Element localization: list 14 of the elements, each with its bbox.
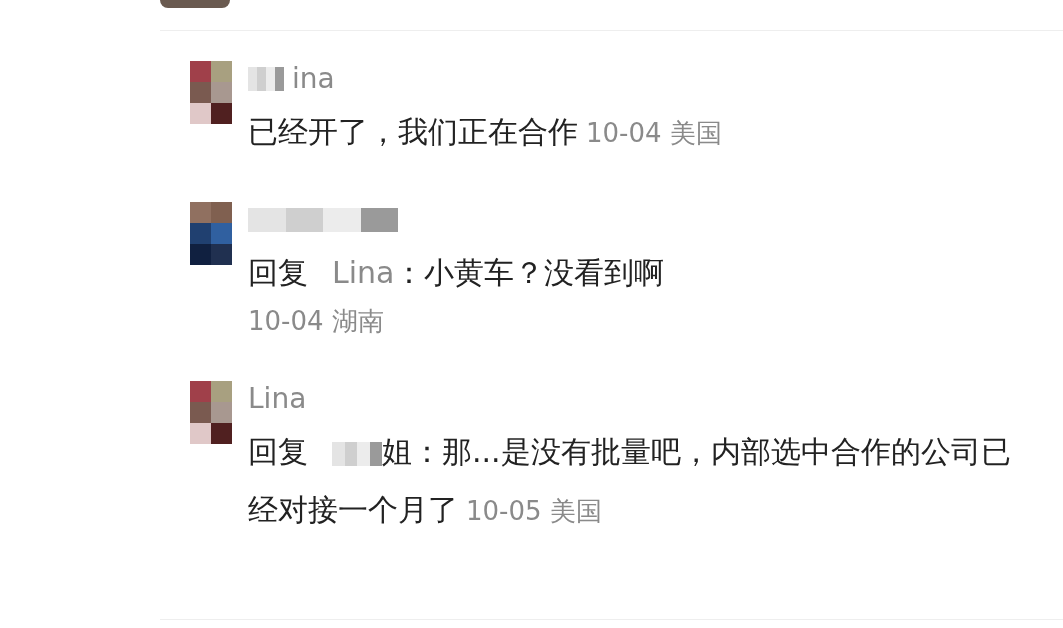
comment-meta: 10-04 美国 [586,118,722,148]
comment-text: 回复 Lina：小黄车？没看到啊 [248,254,666,292]
comment-meta: 10-05 美国 [466,496,602,526]
username[interactable]: Lina [248,378,307,420]
username[interactable]: ina [292,58,335,100]
avatar-placeholder [160,0,230,8]
avatar-placeholder [190,202,232,265]
avatar-placeholder [190,61,232,124]
comment-text: 已经开了，我们正在合作 10-04 美国 [248,113,723,151]
reply-target[interactable]: Lina [332,255,395,290]
avatar-placeholder [190,381,232,444]
comment-meta: 10-04 湖南 [248,305,384,338]
reply-target[interactable]: 姐 [382,434,412,469]
comment-text: 回复 姐：那...是没有批量吧，内部选中合作的公司已经对接一个月了 10-05 美国 [248,433,1012,529]
